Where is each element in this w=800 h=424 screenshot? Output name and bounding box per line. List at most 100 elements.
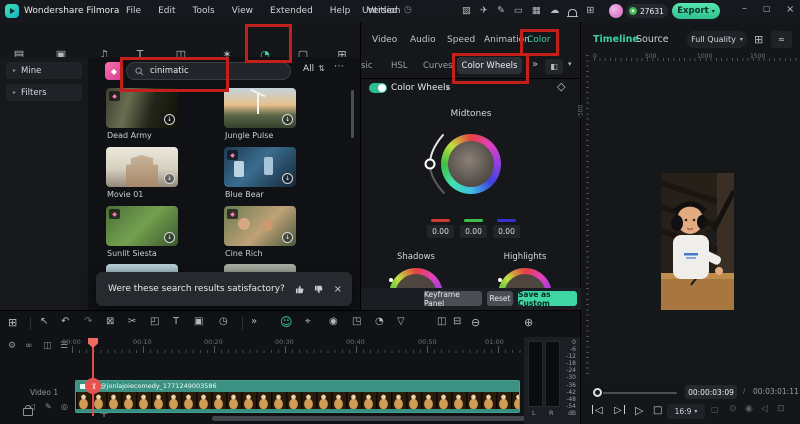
menu-edit[interactable]: Edit	[158, 6, 175, 16]
prop-tab-speed[interactable]: Speed	[447, 35, 475, 45]
track-visibility-eye-icon[interactable]: ◎	[61, 403, 68, 411]
export-button[interactable]: Export▾	[672, 3, 720, 19]
stop-button[interactable]: □	[653, 405, 662, 416]
avatar[interactable]	[609, 4, 623, 18]
previous-frame-button[interactable]: ◁	[595, 405, 603, 416]
delete-icon[interactable]: ⊠	[106, 317, 114, 327]
menu-extended[interactable]: Extended	[270, 6, 313, 16]
panel-scrollbar[interactable]	[351, 90, 354, 138]
subtab-color-wheels[interactable]: Color Wheels	[457, 57, 522, 74]
coin-balance[interactable]: ◆ 27631	[626, 4, 668, 18]
media-view-icon[interactable]: ⊞	[8, 317, 17, 328]
download-icon[interactable]: ↓	[282, 232, 293, 243]
save-icon[interactable]: ▦	[532, 6, 541, 16]
filter-item-cine-rich[interactable]: ◆↓	[224, 206, 296, 246]
minimize-button[interactable]: –	[742, 4, 747, 14]
mask-shield-icon[interactable]: ▽	[397, 317, 405, 327]
aspect-ratio-dropdown[interactable]: 16:9▾	[667, 404, 705, 419]
mute-speaker-icon[interactable]: ◁	[761, 405, 768, 414]
menu-view[interactable]: View	[232, 6, 253, 16]
overlay-icon[interactable]: ◳	[352, 317, 361, 327]
color-wheels-toggle[interactable]	[369, 83, 387, 93]
quality-dropdown[interactable]: Full Quality▾	[687, 31, 747, 48]
prop-tab-animation[interactable]: Animation	[484, 35, 530, 45]
luminance-arc-slider[interactable]	[422, 131, 448, 197]
video-clip[interactable]: io_@jonlajoiecomedy_1771249003586	[75, 380, 520, 413]
ai-assistant-icon[interactable]: ☺	[280, 315, 293, 329]
select-cursor-icon[interactable]: ↖	[40, 317, 48, 327]
snapshot-camera-icon[interactable]: ▣	[194, 317, 203, 327]
workspace-icon[interactable]: ⊞	[586, 6, 594, 16]
prop-tab-audio[interactable]: Audio	[410, 35, 436, 45]
preview-tab-source[interactable]: Source	[636, 35, 669, 45]
link-clips-icon[interactable]: ∞	[25, 342, 33, 351]
filter-item-sunlit-siesta[interactable]: ◆↓	[106, 206, 178, 246]
filter-item-dead-army[interactable]: ◆↓	[106, 88, 178, 128]
reset-button[interactable]: Reset	[487, 291, 513, 306]
mirror-preview-icon[interactable]: ▢	[711, 406, 719, 414]
feedback-icon[interactable]: ✎	[497, 6, 505, 16]
thumbs-up-icon[interactable]	[295, 284, 304, 295]
preview-tab-timeline[interactable]: Timeline	[593, 35, 639, 45]
toast-close-icon[interactable]: ×	[334, 284, 342, 295]
notification-bell-icon[interactable]	[568, 9, 577, 16]
color-picker-icon[interactable]: ◉	[745, 405, 753, 414]
track-effects-wand-icon[interactable]: ✎	[45, 403, 52, 411]
menu-tools[interactable]: Tools	[193, 6, 215, 16]
more-tools-icon[interactable]: »	[251, 317, 257, 327]
toggle-caret-icon[interactable]: ▾	[446, 85, 450, 92]
track-mute-icon[interactable]: ◁	[29, 403, 35, 411]
share-icon[interactable]: ✈	[480, 6, 488, 16]
layout-grid-icon[interactable]: ⊞	[754, 34, 763, 45]
playhead-line[interactable]	[92, 338, 94, 416]
more-subtabs-icon[interactable]: »	[532, 60, 538, 70]
pro-gem-button[interactable]: ◆	[105, 62, 123, 80]
play-button[interactable]: ▷	[635, 404, 643, 417]
shadows-slider-handle[interactable]	[389, 278, 393, 282]
subtab-hsl[interactable]: HSL	[391, 61, 408, 71]
menu-help[interactable]: Help	[330, 6, 351, 16]
cloud-upload-icon[interactable]: ☁	[550, 6, 560, 16]
compare-view-button[interactable]: ◧	[545, 59, 563, 74]
filter-item-movie-01[interactable]: ↓	[106, 147, 178, 187]
track-settings-gear-icon[interactable]: ⚙	[8, 342, 16, 351]
split-scissors-icon[interactable]: ✂	[128, 317, 136, 327]
timeline-ruler[interactable]	[60, 345, 535, 353]
sidebar-item-mine[interactable]: ▸Mine	[6, 62, 82, 79]
filter-item-blue-bear[interactable]: ◆↓	[224, 147, 296, 187]
keyframe-diamond-icon[interactable]: ◇	[557, 81, 565, 92]
download-icon[interactable]: ↓	[164, 232, 175, 243]
restore-button[interactable]: ▢	[763, 5, 771, 13]
prop-tab-video[interactable]: Video	[372, 35, 397, 45]
seek-bar[interactable]	[603, 392, 677, 394]
highlights-slider-handle[interactable]	[498, 278, 502, 282]
seek-handle[interactable]	[593, 388, 602, 397]
sidebar-item-filters[interactable]: ▸Filters	[6, 84, 82, 101]
close-button[interactable]: ×	[786, 5, 794, 15]
auto-fit-icon[interactable]: ⊟	[453, 317, 461, 327]
gift-icon[interactable]: ▧	[462, 6, 471, 16]
more-options-icon[interactable]: ⋯	[334, 62, 344, 72]
keyframe-panel-button[interactable]: Keyframe Panel	[424, 291, 482, 306]
all-filter-dropdown[interactable]: All ⇅	[303, 64, 325, 74]
midtones-color-wheel[interactable]	[441, 134, 501, 194]
render-preview-icon[interactable]: ◔	[375, 317, 384, 327]
download-icon[interactable]: ↓	[282, 114, 293, 125]
next-frame-button[interactable]: ▷	[614, 405, 622, 416]
undo-icon[interactable]: ↶	[61, 317, 69, 327]
search-input[interactable]: cinimatic	[126, 62, 291, 80]
redo-icon[interactable]: ↷	[84, 317, 92, 327]
chroma-key-icon[interactable]: ◉	[329, 317, 338, 327]
prop-tab-color[interactable]: Color	[527, 35, 551, 45]
split-screen-icon[interactable]: ◫	[437, 317, 446, 327]
download-icon[interactable]: ↓	[164, 114, 175, 125]
crop-icon[interactable]: ◰	[150, 317, 159, 327]
snapshot-icon[interactable]: ⊙	[729, 405, 737, 414]
green-value-field[interactable]: 0.00	[460, 225, 487, 238]
menu-file[interactable]: File	[126, 6, 141, 16]
download-icon[interactable]: ↓	[282, 173, 293, 184]
save-as-custom-button[interactable]: Save as Custom	[518, 291, 577, 306]
filter-item-jungle-pulse[interactable]: ↓	[224, 88, 296, 128]
zoom-out-icon[interactable]: ⊖	[471, 317, 480, 328]
timeline-scrollbar[interactable]	[212, 416, 542, 421]
